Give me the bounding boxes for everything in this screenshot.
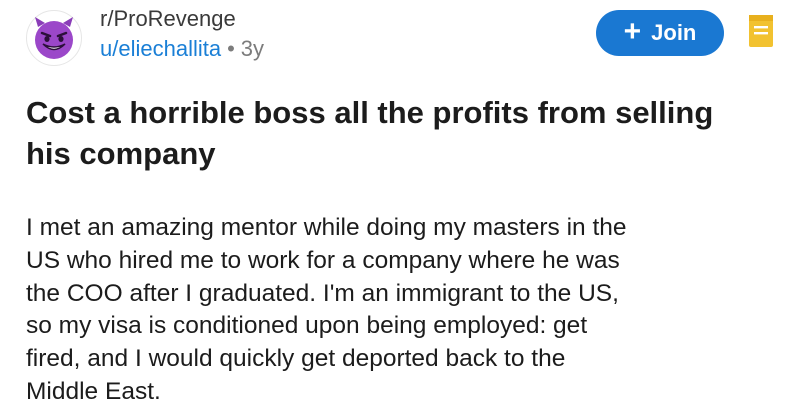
plus-icon: + — [623, 15, 642, 48]
author-link[interactable]: u/eliechallita — [100, 36, 221, 61]
join-button[interactable]: + Join — [596, 10, 724, 56]
post-meta: u/eliechallita • 3y — [100, 36, 264, 62]
post-header: r/ProRevenge u/eliechallita • 3y + Join — [0, 0, 800, 80]
post-age: 3y — [240, 36, 265, 61]
post-body-line: US who hired me to work for a company wh… — [26, 246, 620, 274]
post-body-line: fired, and I would quickly get deported … — [26, 345, 566, 373]
subreddit-avatar[interactable] — [26, 10, 82, 66]
bookmark-icon[interactable] — [748, 14, 774, 48]
devil-face-icon — [35, 17, 73, 59]
post-body-line: Middle East. — [26, 377, 161, 405]
post-body-line: the COO after I graduated. I'm an immigr… — [26, 279, 619, 307]
post-body-line: so my visa is conditioned upon being emp… — [26, 312, 588, 340]
post-title[interactable]: Cost a horrible boss all the profits fro… — [26, 92, 766, 174]
post-body-line: I met an amazing mentor while doing my m… — [26, 214, 627, 241]
join-label: Join — [651, 20, 697, 45]
post-body: I met an amazing mentor while doing my m… — [26, 212, 786, 409]
meta-separator: • — [227, 36, 235, 61]
subreddit-name[interactable]: r/ProRevenge — [100, 6, 236, 32]
